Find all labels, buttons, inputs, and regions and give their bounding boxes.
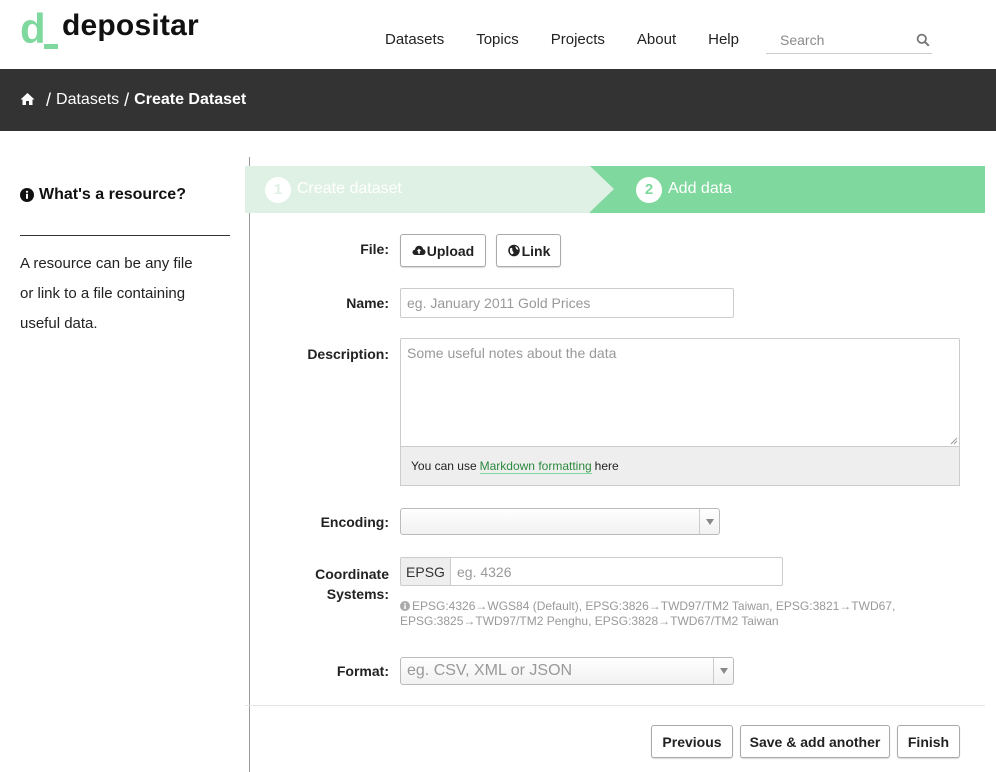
nav-projects[interactable]: Projects bbox=[551, 31, 605, 48]
breadcrumb-current[interactable]: Create Dataset bbox=[134, 91, 246, 109]
breadcrumb-separator: / bbox=[46, 89, 52, 110]
stage-1-number: 1 bbox=[265, 177, 291, 203]
info-circle-icon bbox=[400, 601, 410, 611]
description-label: Description: bbox=[307, 346, 389, 362]
crs-label-line: Systems: bbox=[326, 586, 389, 602]
search-box bbox=[766, 26, 932, 54]
crs-label-line: Coordinate bbox=[315, 566, 389, 582]
sidebar-heading: What's a resource? bbox=[20, 186, 230, 204]
encoding-select[interactable] bbox=[400, 508, 720, 535]
info-icon bbox=[20, 188, 34, 202]
nav-topics[interactable]: Topics bbox=[476, 31, 519, 48]
top-navbar: d depositar Datasets Topics Projects Abo… bbox=[0, 0, 996, 69]
stage-1-label[interactable]: Create dataset bbox=[297, 180, 402, 198]
stage-2-number: 2 bbox=[636, 177, 662, 203]
sidebar-line: A resource can be any file bbox=[20, 255, 193, 272]
crs-label: Coordinate Systems: bbox=[249, 564, 389, 604]
sidebar-divider bbox=[20, 235, 230, 236]
site-logo[interactable]: d depositar bbox=[20, 8, 199, 50]
form-actions-divider bbox=[245, 705, 985, 706]
name-input[interactable] bbox=[400, 288, 734, 318]
breadcrumb: / Datasets / Create Dataset bbox=[0, 69, 996, 131]
markdown-formatting-link[interactable]: Markdown formatting bbox=[479, 459, 592, 474]
finish-button[interactable]: Finish bbox=[897, 725, 960, 758]
logo-mark: d bbox=[20, 8, 58, 50]
markdown-hint-suffix: here bbox=[594, 459, 619, 473]
cloud-upload-icon bbox=[412, 245, 426, 255]
nav-help[interactable]: Help bbox=[708, 31, 739, 48]
logo-underscore bbox=[44, 44, 58, 49]
stage-arrow bbox=[590, 166, 614, 212]
sidebar-title: What's a resource? bbox=[39, 186, 186, 203]
link-button[interactable]: Link bbox=[496, 234, 561, 267]
previous-button[interactable]: Previous bbox=[651, 725, 733, 758]
breadcrumb-separator: / bbox=[124, 89, 130, 110]
upload-label: Upload bbox=[426, 242, 475, 259]
crs-input[interactable] bbox=[450, 557, 783, 586]
encoding-label: Encoding: bbox=[320, 514, 389, 530]
sidebar-description: A resource can be any file or link to a … bbox=[20, 249, 230, 339]
link-label: Link bbox=[521, 242, 551, 259]
logo-letter: d bbox=[20, 5, 46, 52]
search-icon[interactable] bbox=[916, 33, 930, 47]
resize-grip-icon[interactable] bbox=[950, 437, 958, 445]
sidebar: What's a resource? A resource can be any… bbox=[20, 186, 230, 339]
main-nav: Datasets Topics Projects About Help bbox=[385, 31, 771, 48]
nav-about[interactable]: About bbox=[637, 31, 676, 48]
globe-icon bbox=[507, 244, 520, 257]
nav-datasets[interactable]: Datasets bbox=[385, 31, 444, 48]
markdown-hint: You can use Markdown formatting here bbox=[400, 447, 960, 486]
save-and-add-another-button[interactable]: Save & add another bbox=[740, 725, 890, 758]
markdown-hint-prefix: You can use bbox=[411, 459, 477, 473]
description-textarea[interactable] bbox=[400, 338, 960, 447]
stage-2-label: Add data bbox=[668, 180, 733, 197]
breadcrumb-datasets[interactable]: Datasets bbox=[56, 91, 119, 109]
sidebar-line: or link to a file containing bbox=[20, 285, 186, 302]
format-placeholder: eg. CSV, XML or JSON bbox=[407, 662, 573, 679]
home-icon[interactable] bbox=[20, 92, 35, 106]
name-label: Name: bbox=[346, 295, 389, 311]
format-label: Format: bbox=[336, 663, 389, 679]
sidebar-line: useful data. bbox=[20, 315, 98, 332]
epsg-addon: EPSG bbox=[400, 557, 450, 586]
file-label: File: bbox=[360, 241, 389, 257]
crs-help-line: EPSG:3825→TWD97/TM2 Penghu, EPSG:3828→TW… bbox=[400, 614, 779, 628]
search-input[interactable] bbox=[766, 31, 906, 48]
format-select[interactable]: eg. CSV, XML or JSON bbox=[400, 657, 734, 685]
crs-help-text: EPSG:4326→WGS84 (Default), EPSG:3826→TWD… bbox=[400, 599, 940, 629]
logo-wordmark: depositar bbox=[62, 9, 199, 42]
stage-progress: 1 Create dataset 2 Add data bbox=[245, 166, 985, 213]
crs-help-line: EPSG:4326→WGS84 (Default), EPSG:3826→TWD… bbox=[412, 599, 896, 613]
chevron-down-icon[interactable] bbox=[713, 658, 733, 684]
chevron-down-icon[interactable] bbox=[699, 509, 719, 534]
upload-button[interactable]: Upload bbox=[400, 234, 486, 267]
